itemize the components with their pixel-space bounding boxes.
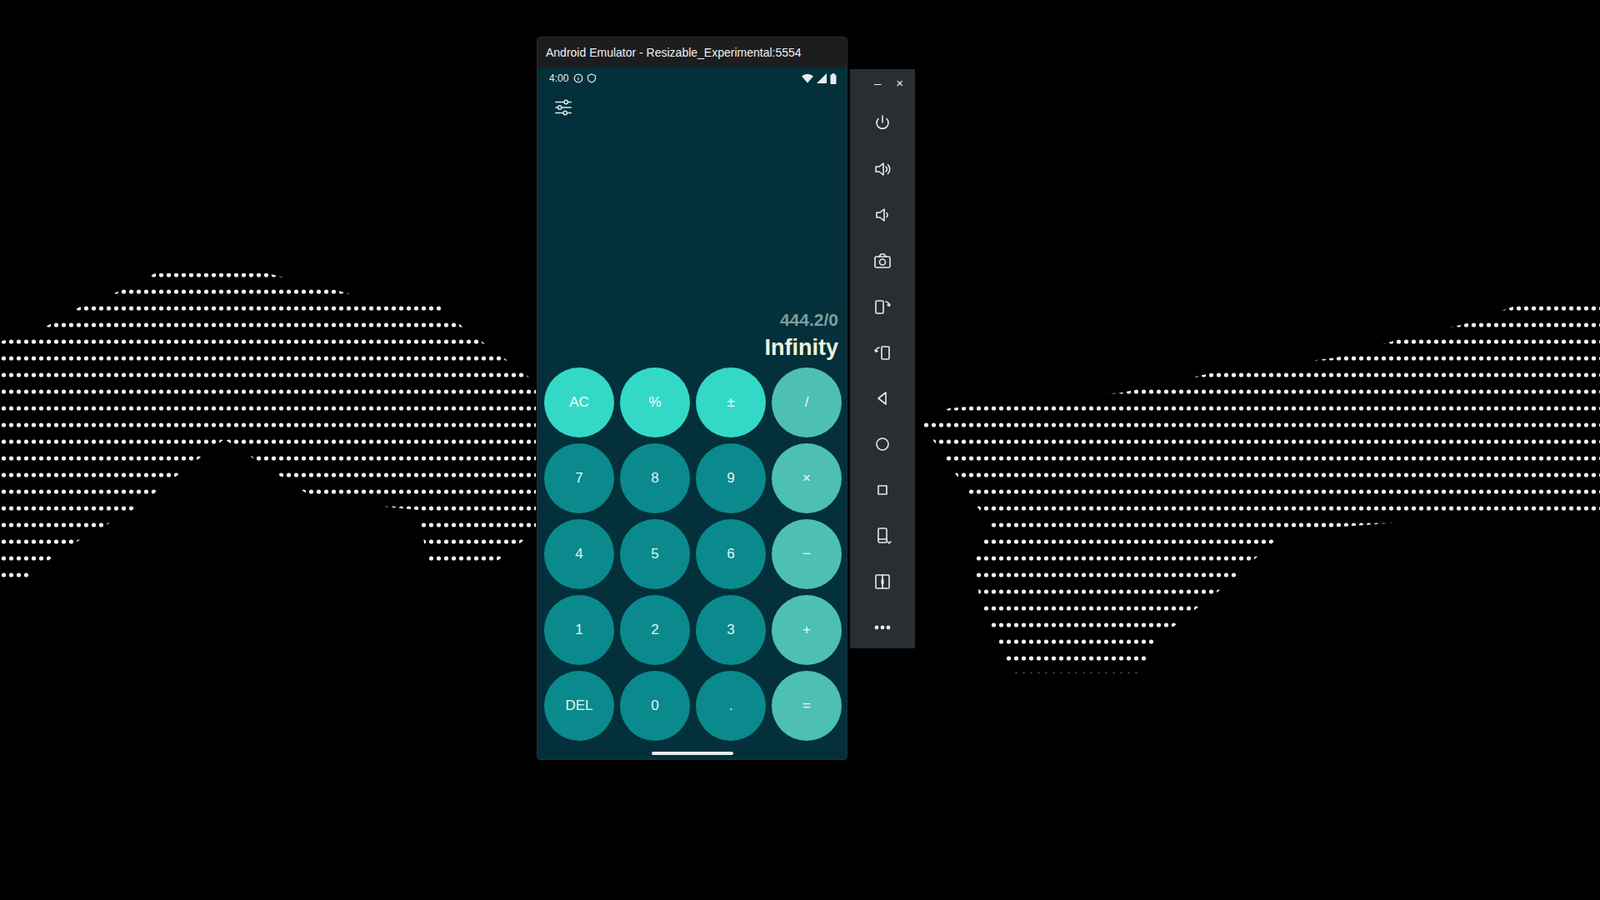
key-button[interactable]: 3 [695,595,766,665]
display: 444.2/0 Infinity [537,125,847,368]
toolbar-button[interactable] [850,558,915,605]
shield-icon [586,73,597,84]
toolbar-button[interactable] [850,145,915,192]
volume-up-icon[interactable] [872,159,893,180]
key-button[interactable]: × [771,443,842,514]
key-button[interactable]: 9 [695,443,766,514]
settings-sliders-icon[interactable] [552,96,575,119]
desktop: Android Emulator - Resizable_Experimenta… [0,0,1600,900]
key-button[interactable]: 8 [620,443,690,514]
key-button[interactable]: 0 [620,670,690,741]
window-control-button[interactable]: – [874,76,881,90]
key-button[interactable]: 1 [544,595,615,665]
battery-icon [830,73,837,85]
key-button[interactable]: 4 [544,519,615,590]
info-icon [573,73,584,84]
toolbar-button[interactable] [850,191,915,238]
key-button[interactable]: ± [695,367,766,438]
key-button[interactable]: / [771,367,842,438]
expression: 444.2/0 [780,310,839,330]
toolbar-button[interactable] [850,604,915,650]
result: Infinity [765,335,840,361]
title-bar: Android Emulator - Resizable_Experimenta… [537,37,847,68]
home-icon[interactable] [872,434,893,455]
rotate-right-icon[interactable] [872,342,893,363]
signal-icon [816,73,827,84]
rotate-left-icon[interactable] [872,296,893,317]
back-icon[interactable] [872,388,893,409]
key-button[interactable]: 2 [620,595,690,665]
key-button[interactable]: 7 [544,443,615,514]
key-button[interactable]: − [771,519,842,590]
emulator-window: Android Emulator - Resizable_Experimenta… [536,36,848,760]
toolbar-button[interactable] [850,100,915,146]
keypad: AC%±/ 789× 456− 123+ DEL0.= [537,367,847,741]
toolbar-button[interactable] [850,512,915,559]
volume-down-icon[interactable] [872,205,893,225]
app-bar [537,89,847,126]
key-button[interactable]: + [771,595,842,665]
key-button[interactable]: . [695,670,766,741]
key-button[interactable]: 6 [695,519,766,590]
status-time: 4:00 [549,72,569,85]
more-icon[interactable] [872,617,893,638]
camera-icon[interactable] [872,250,893,271]
gesture-handle[interactable] [651,751,734,755]
overview-icon[interactable] [872,480,893,500]
toolbar-button[interactable] [850,375,915,421]
fold-device-icon[interactable] [872,525,893,546]
split-screen-icon[interactable] [872,571,893,592]
key-button[interactable]: = [771,670,842,741]
window-controls: –× [850,69,915,93]
phone-screen: 4:00 444.2/0 Infinity AC%±/ 789× 456− 123+ D… [537,67,847,760]
window-control-button[interactable]: × [895,76,904,90]
key-button[interactable]: DEL [544,670,615,741]
power-icon[interactable] [872,113,893,134]
status-bar: 4:00 [537,67,847,90]
gesture-area [537,740,847,760]
toolbar-button[interactable] [850,283,915,330]
toolbar-button[interactable] [850,466,915,513]
key-button[interactable]: % [620,367,690,438]
key-button[interactable]: AC [544,367,615,438]
toolbar-button[interactable] [850,329,915,375]
key-button[interactable]: 5 [620,519,690,590]
toolbar-button[interactable] [850,420,915,467]
toolbar-button[interactable] [850,237,915,284]
wifi-icon [801,73,814,84]
window-title: Android Emulator - Resizable_Experimenta… [545,45,802,60]
emulator-toolbar: –× [850,69,915,649]
